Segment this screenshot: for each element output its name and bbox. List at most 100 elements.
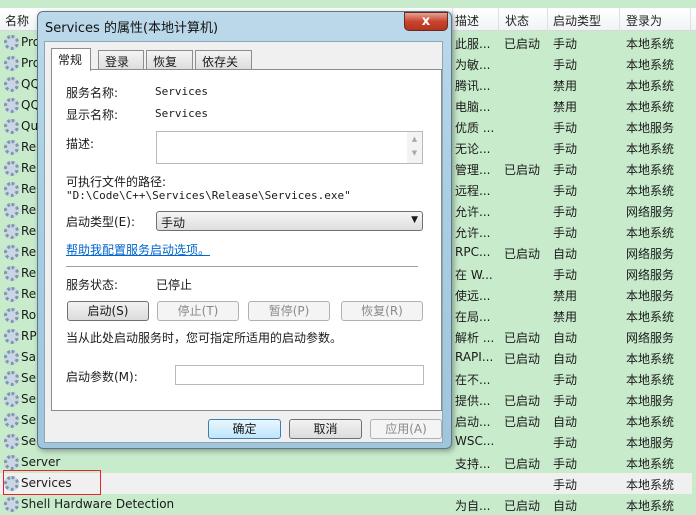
service-desc: 优质 ... <box>455 121 495 135</box>
service-desc: RPC... <box>455 245 491 259</box>
service-desc: 在不... <box>455 373 491 387</box>
service-logon: 网络服务 <box>626 205 675 219</box>
gear-icon <box>4 413 19 428</box>
status-value: 已停止 <box>156 278 193 292</box>
service-name: Re <box>21 203 37 217</box>
start-button[interactable]: 启动(S) <box>67 301 149 321</box>
service-desc: 腾讯... <box>455 79 491 93</box>
service-logon: 本地系统 <box>626 499 675 513</box>
gear-icon <box>4 245 19 260</box>
service-row[interactable]: Server 支持... 已启动 手动 本地系统 <box>0 452 696 473</box>
gear-icon <box>4 497 19 512</box>
gear-icon <box>4 434 19 449</box>
tab-logon[interactable]: 登录 <box>98 50 144 70</box>
display-name-label: 显示名称: <box>66 108 119 122</box>
service-startup: 手动 <box>553 184 578 198</box>
gear-icon <box>4 161 19 176</box>
service-name: Server <box>21 455 61 469</box>
start-params-input[interactable] <box>175 365 424 385</box>
gear-icon <box>4 56 19 71</box>
service-name: Ro <box>21 308 37 322</box>
description-scrollbar[interactable]: ▲ ▼ <box>407 132 422 163</box>
service-logon: 本地系统 <box>626 58 675 72</box>
service-name: Re <box>21 245 37 259</box>
service-name-value[interactable]: Services <box>155 85 208 98</box>
path-label: 可执行文件的路径: <box>66 175 167 189</box>
start-params-label: 启动参数(M): <box>66 370 138 384</box>
service-name: Se <box>21 434 36 448</box>
gear-icon <box>4 119 19 134</box>
cancel-button[interactable]: 取消 <box>289 419 362 439</box>
service-desc: 提供... <box>455 394 491 408</box>
dialog-client: 常规 登录 恢复 依存关系 服务名称: Services 显示名称: Servi… <box>44 41 443 443</box>
col-startup[interactable]: 启动类型 <box>553 12 601 29</box>
service-startup: 手动 <box>553 163 578 177</box>
chevron-down-icon: ▼ <box>411 215 418 225</box>
service-name: RP <box>21 329 37 343</box>
service-startup: 手动 <box>553 394 578 408</box>
start-params-hint: 当从此处启动服务时，您可指定所适用的启动参数。 <box>66 331 343 345</box>
service-logon: 本地系统 <box>626 373 675 387</box>
service-desc: 管理... <box>455 163 491 177</box>
selection-highlight-box <box>3 470 101 495</box>
service-startup: 禁用 <box>553 289 578 303</box>
service-logon: 本地服务 <box>626 121 675 135</box>
tab-dependencies[interactable]: 依存关系 <box>195 50 252 86</box>
startup-type-select[interactable]: 手动 ▼ <box>156 211 423 231</box>
status-label: 服务状态: <box>66 278 119 292</box>
resume-button[interactable]: 恢复(R) <box>341 301 423 321</box>
service-desc: 使远... <box>455 289 491 303</box>
apply-button[interactable]: 应用(A) <box>370 419 442 439</box>
description-textarea[interactable]: ▲ ▼ <box>156 131 423 164</box>
service-name: Se <box>21 413 36 427</box>
tab-recovery[interactable]: 恢复 <box>146 50 193 70</box>
service-row[interactable]: Services 手动 本地系统 <box>0 473 692 494</box>
service-desc: 允许... <box>455 205 491 219</box>
service-startup: 禁用 <box>553 79 578 93</box>
service-logon: 本地系统 <box>626 100 675 114</box>
close-icon: x <box>421 14 431 29</box>
service-logon: 网络服务 <box>626 268 675 282</box>
service-startup: 手动 <box>553 478 578 492</box>
service-logon: 本地服务 <box>626 394 675 408</box>
col-desc[interactable]: 描述 <box>455 12 479 29</box>
close-button[interactable]: x <box>404 12 448 31</box>
col-name[interactable]: 名称 <box>5 12 29 29</box>
help-config-link[interactable]: 帮助我配置服务启动选项。 <box>66 241 210 258</box>
service-startup: 手动 <box>553 37 578 51</box>
service-logon: 本地服务 <box>626 289 675 303</box>
ok-button[interactable]: 确定 <box>208 419 281 439</box>
service-status: 已启动 <box>504 457 541 471</box>
gear-icon <box>4 329 19 344</box>
pause-button[interactable]: 暂停(P) <box>248 301 330 321</box>
gear-icon <box>4 140 19 155</box>
gear-icon <box>4 371 19 386</box>
service-status: 已启动 <box>504 37 541 51</box>
divider <box>66 266 418 267</box>
service-startup: 自动 <box>553 247 578 261</box>
service-status: 已启动 <box>504 352 541 366</box>
service-desc: 为敏... <box>455 58 491 72</box>
service-logon: 本地系统 <box>626 478 675 492</box>
stop-button[interactable]: 停止(T) <box>157 301 239 321</box>
gear-icon <box>4 308 19 323</box>
properties-dialog: Services 的属性(本地计算机) x 常规 登录 恢复 依存关系 服务名称… <box>37 11 452 449</box>
col-logon[interactable]: 登录为 <box>626 12 662 29</box>
service-status: 已启动 <box>504 247 541 261</box>
service-startup: 自动 <box>553 415 578 429</box>
service-name: Shell Hardware Detection <box>21 497 175 511</box>
gear-icon <box>4 350 19 365</box>
display-name-value[interactable]: Services <box>155 107 208 120</box>
service-startup: 手动 <box>553 58 578 72</box>
service-desc: 无论... <box>455 142 491 156</box>
service-logon: 网络服务 <box>626 331 675 345</box>
col-status[interactable]: 状态 <box>505 12 529 29</box>
service-desc: WSC... <box>455 434 495 448</box>
tab-general[interactable]: 常规 <box>51 48 91 71</box>
dialog-title: Services 的属性(本地计算机) <box>45 21 219 36</box>
startup-type-label: 启动类型(E): <box>66 215 135 229</box>
service-logon: 本地系统 <box>626 37 675 51</box>
service-logon: 本地系统 <box>626 415 675 429</box>
service-name: Re <box>21 161 37 175</box>
gear-icon <box>4 98 19 113</box>
